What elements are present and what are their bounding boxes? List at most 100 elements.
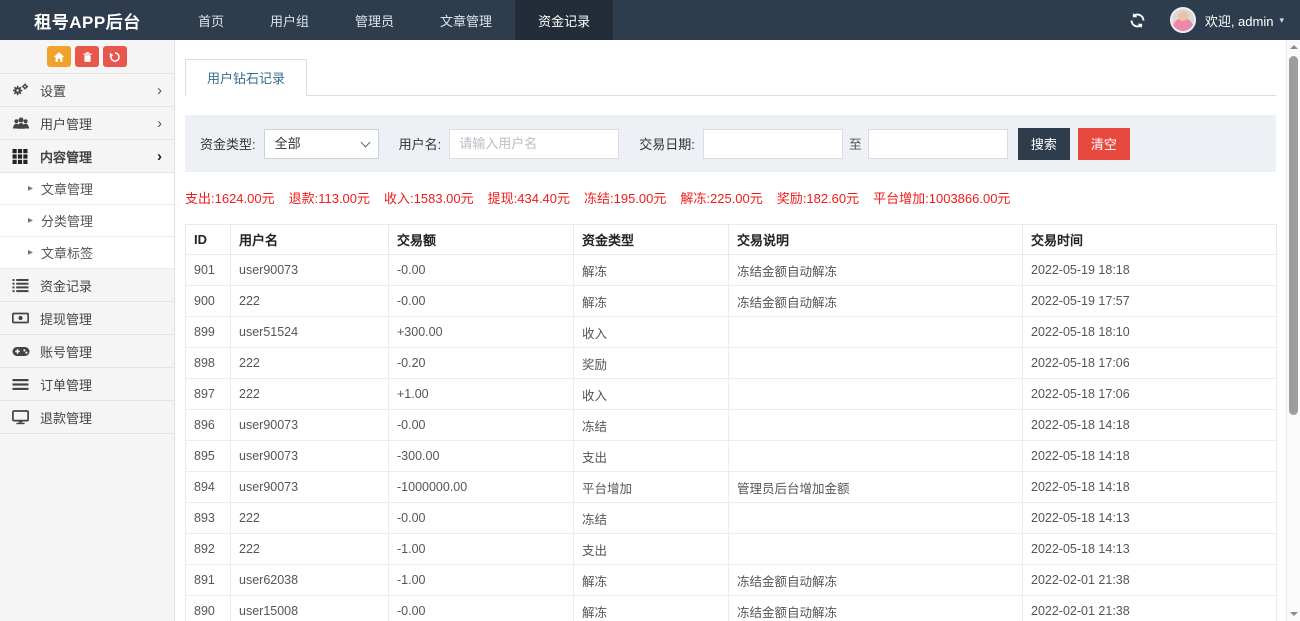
monitor-icon <box>12 410 30 425</box>
username-input[interactable] <box>449 129 619 159</box>
cell-id: 893 <box>186 503 231 534</box>
nav-item-funds[interactable]: 资金记录 <box>515 0 613 40</box>
sidebar-item-withdraw-management[interactable]: 提现管理 <box>0 302 174 335</box>
filter-bar: 资金类型: 全部 用户名: 交易日期: 至 搜索 清空 <box>185 115 1276 172</box>
sidebar-menu: 设置 › 用户管理 › <box>0 73 174 434</box>
gears-icon <box>12 82 30 99</box>
sidebar-item-order-management[interactable]: 订单管理 <box>0 368 174 401</box>
vertical-scrollbar[interactable] <box>1286 40 1300 621</box>
avatar[interactable] <box>1170 7 1196 33</box>
cell-amount: -1000000.00 <box>389 472 574 503</box>
banknote-icon <box>12 311 30 325</box>
sidebar-item-account-management[interactable]: 账号管理 <box>0 335 174 368</box>
sidebar-subitem-category-management[interactable]: ▸ 分类管理 <box>0 205 174 237</box>
cell-type: 解冻 <box>574 255 729 286</box>
submenu-arrow-icon: ▸ <box>28 216 33 226</box>
sidebar-subitem-article-tags[interactable]: ▸ 文章标签 <box>0 237 174 269</box>
cell-time: 2022-05-18 17:06 <box>1023 379 1277 410</box>
cell-time: 2022-05-18 14:18 <box>1023 472 1277 503</box>
welcome-text[interactable]: 欢迎, admin <box>1205 11 1274 30</box>
top-nav: 首页 用户组 管理员 文章管理 资金记录 <box>175 0 613 40</box>
table-row: 898222-0.20奖励2022-05-18 17:06 <box>186 348 1277 379</box>
cell-username: 222 <box>231 534 389 565</box>
table-row: 894user90073-1000000.00平台增加管理员后台增加金额2022… <box>186 472 1277 503</box>
fund-type-label: 资金类型: <box>200 134 256 153</box>
cell-username: user62038 <box>231 565 389 596</box>
date-from-input[interactable] <box>703 129 843 159</box>
summary-item: 平台增加:1003866.00元 <box>873 188 1010 207</box>
cell-amount: -1.00 <box>389 534 574 565</box>
cell-desc: 冻结金额自动解冻 <box>729 286 1023 317</box>
tab-user-diamond-records[interactable]: 用户钻石记录 <box>185 59 307 97</box>
table-row: 897222+1.00收入2022-05-18 17:06 <box>186 379 1277 410</box>
cell-username: 222 <box>231 286 389 317</box>
sidebar: 设置 › 用户管理 › <box>0 40 175 621</box>
cell-type: 收入 <box>574 317 729 348</box>
cell-amount: -0.00 <box>389 596 574 621</box>
sidebar-subitem-label: 文章管理 <box>41 179 93 198</box>
sidebar-item-fund-records[interactable]: 资金记录 <box>0 269 174 302</box>
nav-item-articles[interactable]: 文章管理 <box>417 0 515 40</box>
cell-type: 收入 <box>574 379 729 410</box>
sidebar-quick-buttons <box>0 40 174 73</box>
search-button[interactable]: 搜索 <box>1018 128 1070 160</box>
header-time: 交易时间 <box>1023 225 1277 255</box>
table-row: 896user90073-0.00冻结2022-05-18 14:18 <box>186 410 1277 441</box>
nav-item-admins[interactable]: 管理员 <box>332 0 417 40</box>
cell-desc <box>729 317 1023 348</box>
cell-desc <box>729 441 1023 472</box>
table-row: 901user90073-0.00解冻冻结金额自动解冻2022-05-19 18… <box>186 255 1277 286</box>
header-amount: 交易额 <box>389 225 574 255</box>
cell-time: 2022-02-01 21:38 <box>1023 596 1277 621</box>
date-to-input[interactable] <box>868 129 1008 159</box>
list-icon <box>12 278 30 293</box>
sidebar-item-label: 订单管理 <box>40 375 92 394</box>
table-row: 892222-1.00支出2022-05-18 14:13 <box>186 534 1277 565</box>
cell-username: user51524 <box>231 317 389 348</box>
cell-type: 解冻 <box>574 565 729 596</box>
scrollbar-thumb[interactable] <box>1289 56 1298 415</box>
cell-id: 894 <box>186 472 231 503</box>
header-desc: 交易说明 <box>729 225 1023 255</box>
caret-down-icon: ▾ <box>1279 16 1284 25</box>
clear-button[interactable]: 清空 <box>1078 128 1130 160</box>
trash-icon <box>82 51 93 63</box>
fund-type-select[interactable]: 全部 <box>264 129 379 159</box>
home-button[interactable] <box>47 46 71 67</box>
sidebar-subitem-article-management[interactable]: ▸ 文章管理 <box>0 173 174 205</box>
cell-id: 890 <box>186 596 231 621</box>
nav-item-home[interactable]: 首页 <box>175 0 247 40</box>
cell-id: 897 <box>186 379 231 410</box>
scroll-up-arrow-icon[interactable] <box>1290 45 1298 49</box>
chevron-right-icon: › <box>157 83 162 98</box>
cell-desc: 冻结金额自动解冻 <box>729 596 1023 621</box>
sidebar-item-label: 设置 <box>40 81 66 100</box>
cell-id: 891 <box>186 565 231 596</box>
navbar-right: 欢迎, admin ▾ <box>1129 0 1300 40</box>
cell-amount: -300.00 <box>389 441 574 472</box>
nav-item-usergroup[interactable]: 用户组 <box>247 0 332 40</box>
sidebar-item-label: 账号管理 <box>40 342 92 361</box>
records-table: ID 用户名 交易额 资金类型 交易说明 交易时间 901user90073-0… <box>185 224 1277 621</box>
summary-row: 支出:1624.00元 退款:113.00元 收入:1583.00元 提现:43… <box>185 188 1276 207</box>
sidebar-item-user-management[interactable]: 用户管理 › <box>0 107 174 140</box>
gamepad-icon <box>12 345 30 358</box>
sidebar-item-refund-management[interactable]: 退款管理 <box>0 401 174 434</box>
cell-username: 222 <box>231 379 389 410</box>
cell-time: 2022-05-18 14:18 <box>1023 441 1277 472</box>
sidebar-item-content-management[interactable]: 内容管理 › <box>0 140 174 173</box>
cell-username: 222 <box>231 348 389 379</box>
cell-username: user90073 <box>231 472 389 503</box>
trash-button[interactable] <box>75 46 99 67</box>
cell-type: 冻结 <box>574 503 729 534</box>
cell-type: 奖励 <box>574 348 729 379</box>
reload-button[interactable] <box>103 46 127 67</box>
scroll-down-arrow-icon[interactable] <box>1290 612 1298 616</box>
refresh-icon[interactable] <box>1129 12 1146 29</box>
chevron-right-icon: › <box>157 149 162 164</box>
sidebar-item-settings[interactable]: 设置 › <box>0 74 174 107</box>
date-to-label: 至 <box>849 134 862 153</box>
sidebar-item-label: 提现管理 <box>40 309 92 328</box>
cell-amount: -0.00 <box>389 255 574 286</box>
summary-item: 解冻:225.00元 <box>680 188 762 207</box>
